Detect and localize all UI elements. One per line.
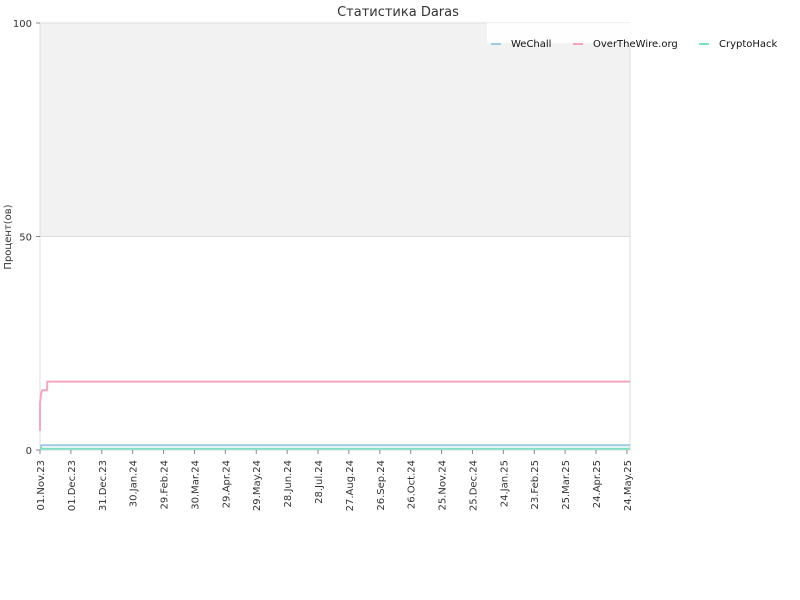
legend-label: CryptoHack bbox=[719, 39, 778, 50]
y-tick-label: 0 bbox=[26, 446, 32, 457]
x-tick-label: 28.Jul.24 bbox=[314, 460, 325, 504]
x-tick-label: 24.Apr.25 bbox=[592, 460, 603, 508]
x-tick-label: 26.Sep.24 bbox=[376, 460, 387, 511]
y-tick-label: 50 bbox=[19, 233, 32, 244]
x-tick-label: 24.Jan.25 bbox=[499, 460, 510, 507]
x-tick-label: 28.Jun.24 bbox=[283, 460, 294, 507]
x-tick-label: 01.Dec.23 bbox=[67, 460, 78, 511]
x-tick-label: 25.Nov.24 bbox=[438, 460, 449, 511]
x-tick-label: 30.Mar.24 bbox=[190, 460, 201, 510]
legend-label: OverTheWire.org bbox=[593, 39, 678, 50]
x-tick-label: 23.Feb.25 bbox=[530, 460, 541, 510]
x-tick-label: 29.May.24 bbox=[252, 460, 263, 511]
y-ticks: 0 50 100 bbox=[13, 19, 40, 457]
x-tick-label: 25.Mar.25 bbox=[561, 460, 572, 510]
chart: Статистика Daras Процент(ов) 0 50 100 01.N… bbox=[3, 5, 787, 511]
x-tick-label: 31.Dec.23 bbox=[98, 460, 109, 511]
legend-label: WeChall bbox=[511, 39, 551, 50]
y-tick-label: 100 bbox=[13, 19, 32, 30]
x-ticks: 01.Nov.23 01.Dec.23 31.Dec.23 30.Jan.24 29.F… bbox=[36, 450, 634, 511]
x-tick-label: 24.May.25 bbox=[623, 460, 634, 511]
x-tick-label: 25.Dec.24 bbox=[468, 460, 479, 511]
x-tick-label: 29.Apr.24 bbox=[221, 460, 232, 508]
legend: WeChall OverTheWire.org CryptoHack bbox=[487, 23, 787, 50]
x-tick-label: 27.Aug.24 bbox=[345, 460, 356, 511]
chart-title: Статистика Daras bbox=[337, 5, 459, 20]
x-tick-label: 26.Oct.24 bbox=[407, 460, 418, 509]
x-tick-label: 01.Nov.23 bbox=[36, 460, 47, 511]
x-tick-label: 30.Jan.24 bbox=[129, 460, 140, 507]
plot-band-upper bbox=[40, 23, 630, 237]
x-tick-label: 29.Feb.24 bbox=[160, 460, 171, 510]
y-axis-label: Процент(ов) bbox=[3, 204, 14, 269]
